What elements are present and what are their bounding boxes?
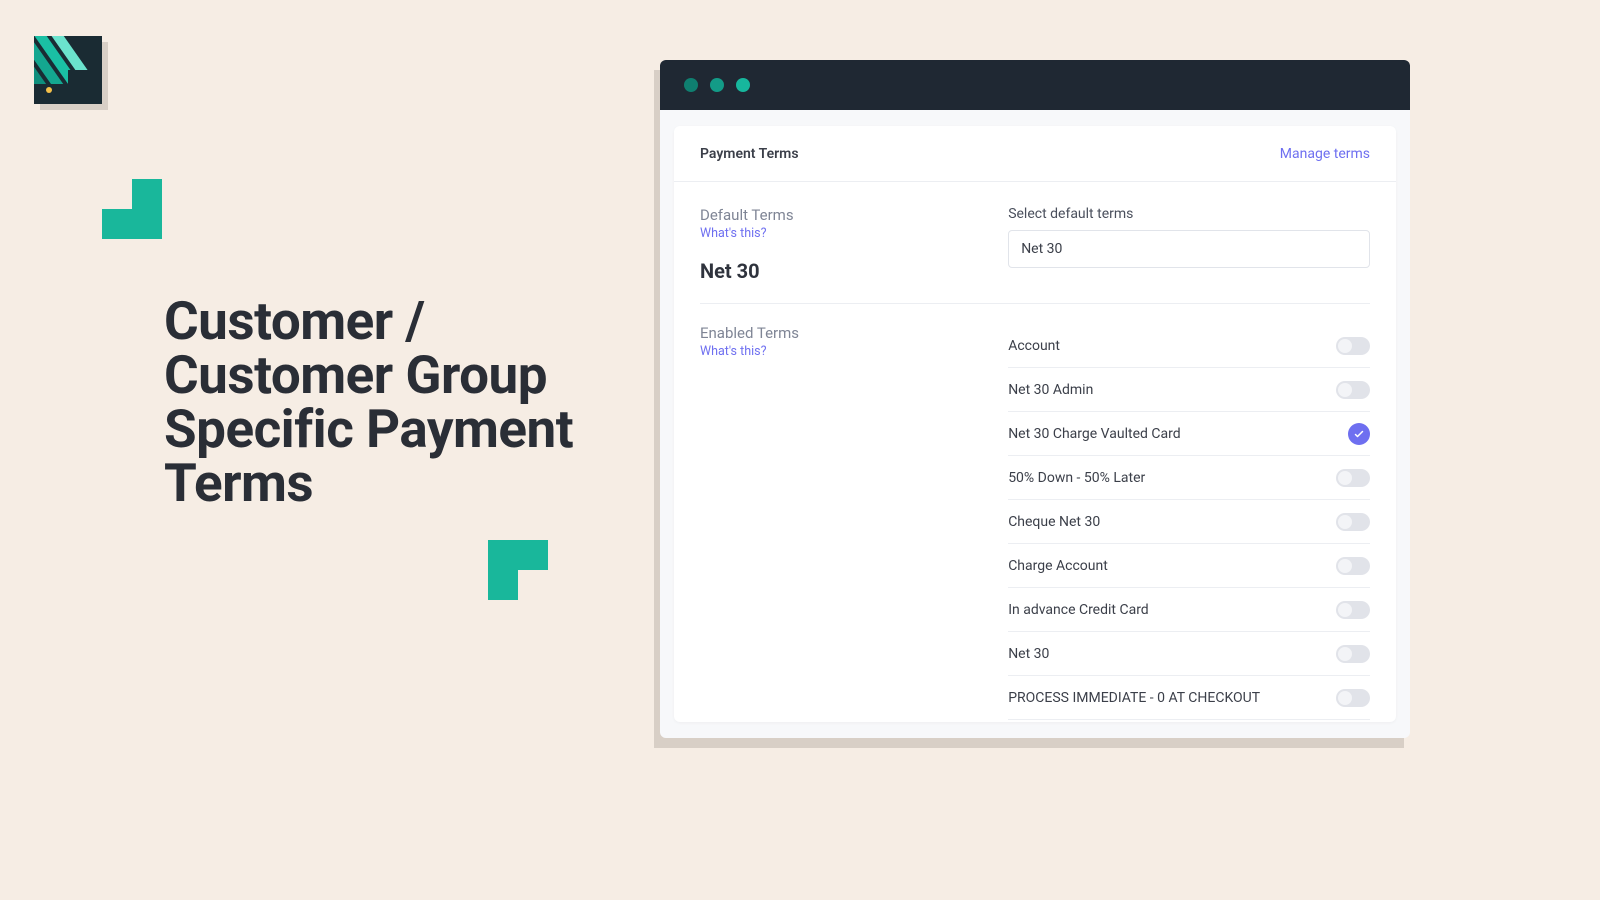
term-toggle[interactable]	[1336, 645, 1370, 663]
term-label: Net 30 Charge Vaulted Card	[1008, 426, 1180, 442]
term-toggle[interactable]	[1336, 601, 1370, 619]
term-label: 50% Down - 50% Later	[1008, 470, 1145, 486]
term-row: In advance Credit Card	[1008, 588, 1370, 632]
term-row: Net 30 Charge Vaulted Card	[1008, 412, 1370, 456]
term-enabled-check[interactable]	[1348, 423, 1370, 445]
term-toggle[interactable]	[1336, 513, 1370, 531]
enabled-terms-section: Enabled Terms What's this? Account Net 30…	[700, 303, 1370, 722]
term-row: Net 30	[1008, 632, 1370, 676]
term-label: Account	[1008, 338, 1060, 354]
default-terms-value: Net 30	[700, 259, 1008, 283]
default-terms-label: Default Terms	[700, 206, 1008, 224]
decorative-shape	[488, 540, 548, 600]
term-row: 50% Down - 50% Later	[1008, 456, 1370, 500]
window-control-zoom[interactable]	[736, 78, 750, 92]
stripes-icon	[34, 36, 102, 104]
term-toggle[interactable]	[1336, 469, 1370, 487]
term-label: Net 30 Admin	[1008, 382, 1093, 398]
window-titlebar	[660, 60, 1410, 110]
term-label: PROCESS IMMEDIATE - 0 AT CHECKOUT	[1008, 690, 1260, 706]
term-row: PROCESS IMMEDIATE - 0 AT CHECKOUT	[1008, 676, 1370, 720]
window-control-close[interactable]	[684, 78, 698, 92]
term-toggle[interactable]	[1336, 689, 1370, 707]
term-label: Charge Account	[1008, 558, 1108, 574]
select-value: Net 30	[1021, 241, 1062, 257]
app-window: Payment Terms Manage terms Default Terms…	[660, 60, 1410, 738]
window-control-minimize[interactable]	[710, 78, 724, 92]
term-row: Charge Account	[1008, 544, 1370, 588]
whats-this-link[interactable]: What's this?	[700, 226, 1008, 241]
brand-logo	[34, 36, 102, 104]
term-toggle[interactable]	[1336, 381, 1370, 399]
whats-this-link[interactable]: What's this?	[700, 344, 1008, 359]
term-toggle[interactable]	[1336, 337, 1370, 355]
default-terms-select[interactable]: Net 30	[1008, 230, 1370, 268]
enabled-terms-label: Enabled Terms	[700, 324, 1008, 342]
term-toggle[interactable]	[1336, 557, 1370, 575]
page-title: Customer / Customer Group Specific Payme…	[164, 294, 594, 510]
term-row: Cheque Net 30	[1008, 500, 1370, 544]
decorative-shape	[102, 179, 162, 239]
term-row: Net 30 Admin	[1008, 368, 1370, 412]
term-row: Account	[1008, 324, 1370, 368]
card-header: Payment Terms Manage terms	[674, 126, 1396, 182]
term-label: In advance Credit Card	[1008, 602, 1149, 618]
term-label: Net 30	[1008, 646, 1049, 662]
payment-terms-card: Payment Terms Manage terms Default Terms…	[674, 126, 1396, 722]
manage-terms-link[interactable]: Manage terms	[1280, 146, 1370, 162]
term-label: Cheque Net 30	[1008, 514, 1100, 530]
card-title: Payment Terms	[700, 146, 799, 162]
select-default-terms-label: Select default terms	[1008, 206, 1370, 222]
check-icon	[1353, 428, 1365, 440]
default-terms-section: Default Terms What's this? Net 30 Select…	[700, 206, 1370, 303]
